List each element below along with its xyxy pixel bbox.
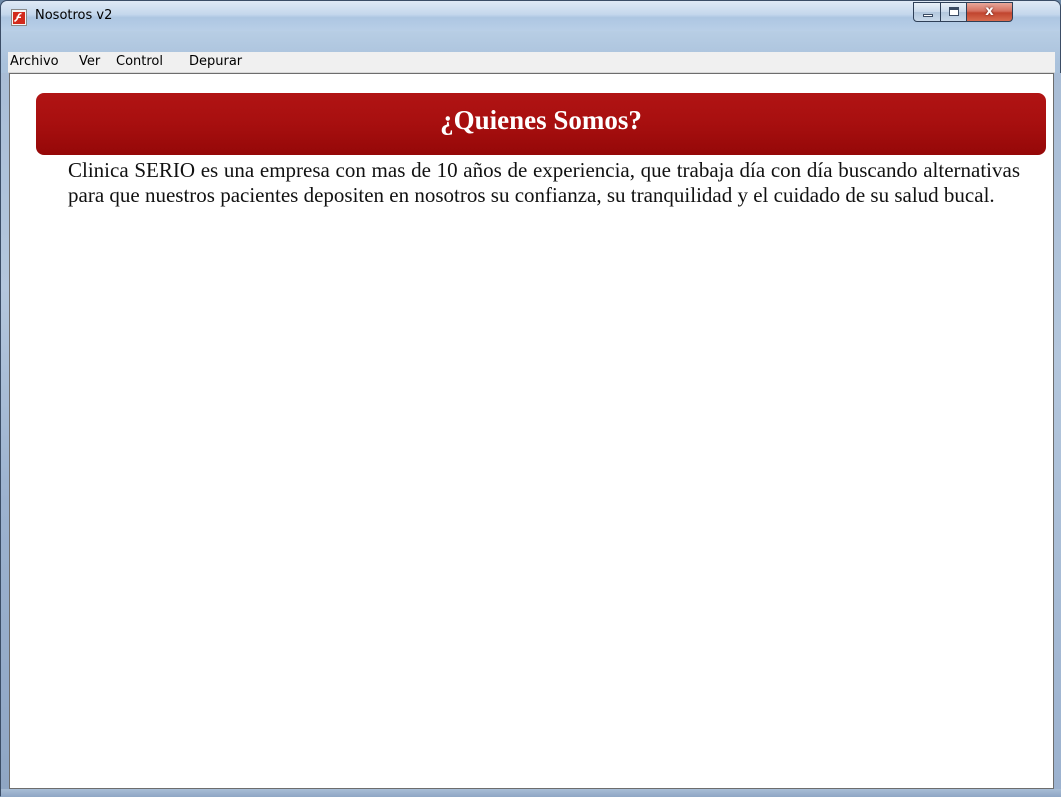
window-frame-left: [1, 73, 9, 789]
maximize-icon: [949, 7, 959, 16]
about-paragraph: Clinica SERIO es una empresa con mas de …: [68, 158, 1020, 207]
close-button[interactable]: x: [966, 2, 1013, 22]
window-title: Nosotros v2: [35, 8, 113, 23]
app-window: Nosotros v2 x Archivo Ver Control Depura…: [0, 0, 1061, 797]
window-frame-right: [1054, 73, 1061, 789]
maximize-button[interactable]: [940, 2, 967, 22]
flash-app-icon[interactable]: [11, 9, 27, 26]
menu-archivo[interactable]: Archivo: [8, 53, 61, 71]
title-bar[interactable]: Nosotros v2 x: [1, 1, 1060, 31]
heading-banner: ¿Quienes Somos?: [36, 93, 1046, 155]
close-icon: x: [985, 4, 994, 19]
minimize-icon: [923, 14, 933, 17]
content-area: ¿Quienes Somos? Clinica SERIO es una emp…: [9, 73, 1054, 789]
minimize-button[interactable]: [913, 2, 941, 22]
menu-bar: Archivo Ver Control Depurar: [8, 52, 1055, 73]
page-title: ¿Quienes Somos?: [440, 105, 642, 135]
menu-ver[interactable]: Ver: [77, 53, 102, 71]
menu-control[interactable]: Control: [114, 53, 165, 71]
menu-depurar[interactable]: Depurar: [187, 53, 244, 71]
